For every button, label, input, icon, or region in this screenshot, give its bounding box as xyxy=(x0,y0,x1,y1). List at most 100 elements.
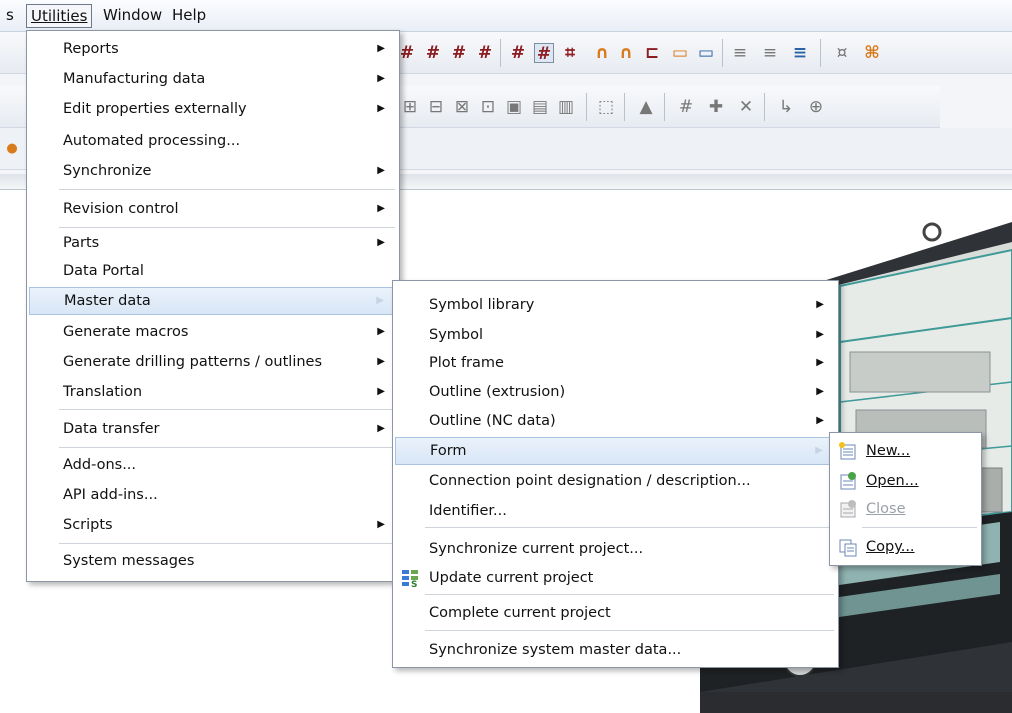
menu-item-revision-control[interactable]: Revision control ▶ xyxy=(29,195,397,223)
symbol-tool-icon[interactable]: ⬚ xyxy=(596,97,616,117)
magnet-icon[interactable]: ∩ xyxy=(592,43,612,63)
input-field-icon[interactable]: ▭ xyxy=(696,43,716,63)
submenu-arrow-icon: ▶ xyxy=(377,203,385,214)
symbol-tool-icon[interactable]: ⊡ xyxy=(478,97,498,117)
menu-item-reports[interactable]: Reports ▶ xyxy=(29,35,397,63)
symbol-tool-icon[interactable]: ↳ xyxy=(776,97,796,117)
menubar-item-window[interactable]: Window xyxy=(99,4,166,28)
symbol-tool-icon[interactable]: ✕ xyxy=(736,97,756,117)
toolbar-separator xyxy=(624,93,625,121)
menu-item-form-open[interactable]: Open... xyxy=(832,467,979,495)
form-menu: New... Open... Close Copy... xyxy=(829,432,982,566)
counter-icon[interactable]: ▭ xyxy=(670,43,690,63)
menu-separator xyxy=(59,227,395,228)
new-form-icon xyxy=(839,442,856,460)
select-area-icon[interactable]: ⌘ xyxy=(862,43,882,63)
menu-item-form-close[interactable]: Close xyxy=(832,495,979,523)
menu-item-generate-macros[interactable]: Generate macros ▶ xyxy=(29,318,397,346)
toolbar-separator xyxy=(764,93,765,121)
menu-item-manufacturing-data[interactable]: Manufacturing data ▶ xyxy=(29,65,397,93)
menu-item-symbol-library[interactable]: Symbol library ▶ xyxy=(395,291,836,319)
grid-e-icon[interactable]: # xyxy=(475,43,495,63)
submenu-arrow-icon: ▶ xyxy=(377,326,385,337)
submenu-arrow-icon: ▶ xyxy=(377,165,385,176)
submenu-arrow-icon: ▶ xyxy=(816,299,824,310)
menubar-item-partial[interactable]: s xyxy=(2,4,18,28)
toolbar-separator xyxy=(820,39,821,67)
menu-item-translation[interactable]: Translation ▶ xyxy=(29,378,397,406)
toolbar-separator xyxy=(664,93,665,121)
symbol-tool-icon[interactable]: ▤ xyxy=(530,97,550,117)
menu-item-form-copy[interactable]: Copy... xyxy=(832,533,979,561)
menu-item-plot-frame[interactable]: Plot frame ▶ xyxy=(395,349,836,377)
menubar-item-utilities[interactable]: Utilities xyxy=(26,4,93,28)
grid-small-icon[interactable]: ⌗ xyxy=(560,43,580,63)
menu-item-data-portal[interactable]: Data Portal xyxy=(29,257,397,285)
menu-item-synchronize[interactable]: Synchronize ▶ xyxy=(29,157,397,185)
grid-b-icon[interactable]: # xyxy=(397,43,417,63)
svg-text:S: S xyxy=(411,580,417,588)
symbol-tool-icon[interactable]: ⊞ xyxy=(400,97,420,117)
menu-separator xyxy=(862,527,977,528)
symbol-tool-icon[interactable]: ⊠ xyxy=(452,97,472,117)
menu-item-api-add-ins[interactable]: API add-ins... xyxy=(29,481,397,509)
menu-item-synchronize-system-master-data[interactable]: Synchronize system master data... xyxy=(395,636,836,664)
symbol-tool-icon[interactable]: ▲ xyxy=(636,97,656,117)
menu-separator xyxy=(59,409,395,410)
menu-item-system-messages[interactable]: System messages xyxy=(29,547,397,575)
menu-item-automated-processing[interactable]: Automated processing... xyxy=(29,127,397,155)
submenu-arrow-icon: ▶ xyxy=(816,329,824,340)
menu-separator xyxy=(59,447,395,448)
copy-form-icon xyxy=(839,539,857,557)
menu-separator xyxy=(425,527,834,528)
align-left-icon[interactable]: ≡ xyxy=(730,43,750,63)
close-form-icon xyxy=(840,500,856,518)
menu-item-outline-extrusion[interactable]: Outline (extrusion) ▶ xyxy=(395,378,836,406)
submenu-arrow-icon: ▶ xyxy=(376,295,384,306)
submenu-arrow-icon: ▶ xyxy=(377,237,385,248)
menu-separator xyxy=(59,543,395,544)
menu-item-update-current-project[interactable]: S Update current project xyxy=(395,564,836,592)
grid-icon[interactable]: # xyxy=(508,43,528,63)
menu-bar: s Utilities Window Help xyxy=(0,0,1012,32)
menu-item-data-transfer[interactable]: Data transfer ▶ xyxy=(29,415,397,443)
menu-item-edit-properties-externally[interactable]: Edit properties externally ▶ xyxy=(29,95,397,123)
snap-to-grid-icon[interactable]: # xyxy=(534,43,554,64)
magnet-grid-icon[interactable]: ∩ xyxy=(616,43,636,63)
grid-c-icon[interactable]: # xyxy=(423,43,443,63)
symbol-tool-icon[interactable]: ⊕ xyxy=(806,97,826,117)
symbol-tool-icon[interactable]: # xyxy=(676,97,696,117)
master-data-menu: Symbol library ▶ Symbol ▶ Plot frame ▶ Outl… xyxy=(392,280,839,668)
menu-item-outline-nc-data[interactable]: Outline (NC data) ▶ xyxy=(395,407,836,435)
menu-item-add-ons[interactable]: Add-ons... xyxy=(29,451,397,479)
symbol-tool-icon[interactable]: ▣ xyxy=(504,97,524,117)
menu-item-parts[interactable]: Parts ▶ xyxy=(29,229,397,257)
open-form-icon xyxy=(840,472,856,490)
connection-icon[interactable]: ¤ xyxy=(832,43,852,63)
routing-icon[interactable]: ⊏ xyxy=(642,43,662,63)
align-center-icon[interactable]: ≡ xyxy=(790,43,810,63)
menu-separator xyxy=(59,189,395,190)
menu-item-symbol[interactable]: Symbol ▶ xyxy=(395,321,836,349)
menu-item-complete-current-project[interactable]: Complete current project xyxy=(395,599,836,627)
submenu-arrow-icon: ▶ xyxy=(377,73,385,84)
submenu-arrow-icon: ▶ xyxy=(377,519,385,530)
menubar-item-help[interactable]: Help xyxy=(168,4,210,28)
menu-item-synchronize-current-project[interactable]: Synchronize current project... xyxy=(395,535,836,563)
menu-item-form-new[interactable]: New... xyxy=(832,437,979,465)
submenu-arrow-icon: ▶ xyxy=(377,103,385,114)
menu-item-connection-point-designation[interactable]: Connection point designation / descripti… xyxy=(395,467,836,495)
symbol-tool-icon[interactable]: ▥ xyxy=(556,97,576,117)
submenu-arrow-icon: ▶ xyxy=(816,357,824,368)
grid-d-icon[interactable]: # xyxy=(449,43,469,63)
toolbar-partial-icon[interactable]: ● xyxy=(2,139,22,159)
menu-item-form[interactable]: Form ▶ xyxy=(395,437,836,465)
menu-item-master-data[interactable]: Master data ▶ xyxy=(29,287,397,315)
symbol-tool-icon[interactable]: ⊟ xyxy=(426,97,446,117)
menu-item-identifier[interactable]: Identifier... xyxy=(395,497,836,525)
menu-item-generate-drilling-patterns[interactable]: Generate drilling patterns / outlines ▶ xyxy=(29,348,397,376)
align-right-icon[interactable]: ≡ xyxy=(760,43,780,63)
submenu-arrow-icon: ▶ xyxy=(815,445,823,456)
symbol-tool-icon[interactable]: ✚ xyxy=(706,97,726,117)
menu-item-scripts[interactable]: Scripts ▶ xyxy=(29,511,397,539)
